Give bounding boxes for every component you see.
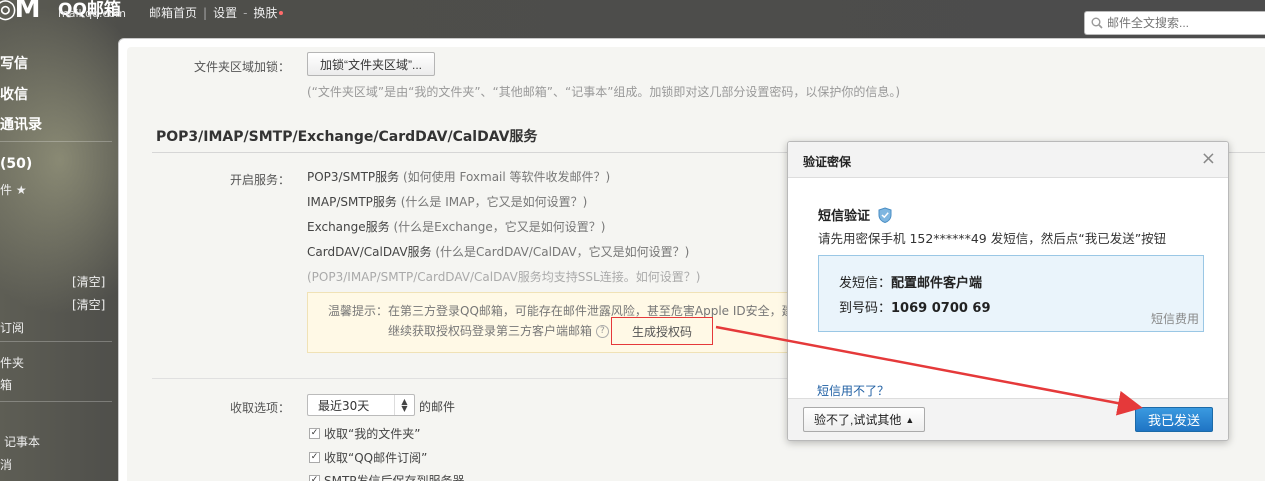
tip-text-line2: 继续获取授权码登录第三方客户端邮箱 ? [388,322,609,339]
new-dot-badge [279,11,284,15]
nav-skin-link[interactable]: 换肤 [253,4,277,21]
service-help-link[interactable]: (什么是CardDAV/CalDAV，它又是如何设置？) [435,245,689,259]
try-other-method-button[interactable]: 验不了,试试其他 ▲ [803,407,926,432]
tip-text-line2-text: 继续获取授权码登录第三方客户端邮箱 [388,324,593,338]
sidebar-starred[interactable]: 件 ★ [0,181,27,198]
checkbox-label: SMTP发信后保存到服务器 [324,474,465,481]
ssl-note[interactable]: (POP3/IMAP/SMTP/CardDAV/CalDAV服务均支持SSL连接… [307,268,700,285]
search-box[interactable] [1084,11,1265,35]
service-name: Exchange服务 [307,220,390,234]
receive-range-value: 最近30天 [318,398,370,413]
generate-auth-code-button[interactable]: 生成授权码 [611,317,713,345]
service-row-imap: IMAP/SMTP服务 (什么是 IMAP，它又是如何设置？) [307,193,587,210]
dialog-title: 验证密保 [803,155,852,169]
qq-mail-logo-icon[interactable]: ◎M [0,0,46,24]
receive-suffix: 的邮件 [419,400,456,414]
checkbox-label: 收取“我的文件夹” [324,427,421,441]
sidebar-notes[interactable]: 记事本 [4,433,40,450]
left-sidebar: 写信 收信 通讯录 (50) 件 ★ [清空] [清空] 订阅 件夹 箱 记事本… [0,40,118,481]
sms-instructions: 请先用密保手机 152******49 发短信，然后点“我已发送”按钮 [818,231,1167,246]
checkbox-checked-icon[interactable]: ✓ [309,428,320,439]
sidebar-mailbox[interactable]: 箱 [0,376,12,393]
sms-verify-heading: 短信验证 [818,205,892,224]
receive-range-select[interactable]: 最近30天 ▲ ▼ [307,394,415,416]
sidebar-contacts[interactable]: 通讯录 [0,114,42,134]
dialog-header: 验证密保 × [788,142,1228,178]
check-qq-subscription[interactable]: ✓ 收取“QQ邮件订阅” [309,449,427,466]
sms-send-value: 配置邮件客户端 [891,276,983,291]
try-other-label: 验不了,试试其他 [814,413,902,427]
help-question-icon[interactable]: ? [595,325,609,338]
service-row-carddav: CardDAV/CalDAV服务 (什么是CardDAV/CalDAV，它又是如… [307,243,689,260]
sms-to-value: 1069 0700 69 [891,301,991,316]
service-row-pop3: POP3/SMTP服务 (如何使用 Foxmail 等软件收发邮件？) [307,168,610,185]
sidebar-receive[interactable]: 收信 [0,84,28,104]
search-icon [1091,17,1103,29]
sms-fee-link[interactable]: 短信费用 [1151,310,1199,327]
search-input[interactable] [1107,16,1257,30]
clear-link[interactable]: [清空] [72,273,105,290]
caret-up-icon: ▲ [905,414,915,425]
sidebar-other[interactable]: 消 [0,456,12,473]
sms-info-box: 发短信：配置邮件客户端 到号码：1069 0700 69 短信费用 [818,255,1204,332]
dialog-footer: 验不了,试试其他 ▲ 我已发送 [788,398,1228,440]
sidebar-divider [0,141,112,142]
nav-home-link[interactable]: 邮箱首页 [149,4,197,21]
checkbox-label: 收取“QQ邮件订阅” [324,451,428,465]
service-row-exchange: Exchange服务 (什么是Exchange，它又是如何设置？) [307,218,605,235]
checkbox-checked-icon[interactable]: ✓ [309,475,320,481]
nav-separator: | [203,5,208,20]
verify-security-dialog: 验证密保 × 短信验证 请先用密保手机 152******49 发短信，然后点“… [787,141,1229,441]
sidebar-divider [0,401,112,402]
sms-target-number: 到号码：1069 0700 69 [839,297,991,316]
sms-verify-title: 短信验证 [818,209,871,224]
nav-settings-link[interactable]: 设置 [213,4,237,21]
sms-to-label: 到号码： [839,301,892,316]
sms-send-label: 发短信： [839,276,892,291]
folder-lock-button[interactable]: 加锁“文件夹区域”... [307,52,435,76]
clear-link[interactable]: [清空] [72,296,105,313]
section-divider [152,378,792,379]
top-bar: ◎M QQ邮箱 mail.qq.com 邮箱首页 | 设置 - 换肤 [0,0,1265,38]
sidebar-inbox-count[interactable]: (50) [0,156,32,172]
service-name: CardDAV/CalDAV服务 [307,245,432,259]
checkbox-checked-icon[interactable]: ✓ [309,452,320,463]
shield-icon [878,206,892,223]
sms-send-content: 发短信：配置邮件客户端 [839,272,982,291]
sidebar-divider [0,341,112,342]
check-save-smtp[interactable]: ✓ SMTP发信后保存到服务器 [309,472,465,481]
service-name: POP3/SMTP服务 [307,170,400,184]
sms-unavailable-link[interactable]: 短信用不了？ [817,382,889,399]
section-title: POP3/IMAP/SMTP/Exchange/CardDAV/CalDAV服务 [156,129,538,145]
check-my-folders[interactable]: ✓ 收取“我的文件夹” [309,425,420,442]
service-help-link[interactable]: (什么是Exchange，它又是如何设置？) [393,220,605,234]
service-name: IMAP/SMTP服务 [307,195,397,209]
enable-service-label: 开启服务： [229,173,290,187]
i-have-sent-button[interactable]: 我已发送 [1135,407,1213,432]
select-arrows-icon: ▲ ▼ [394,395,414,415]
receive-options-label: 收取选项： [229,401,290,415]
tip-text-line1: 温馨提示：在第三方登录QQ邮箱，可能存在邮件泄露风险，甚至危害Apple ID安… [328,304,794,318]
sidebar-subscription[interactable]: 订阅 [0,319,24,336]
folder-lock-label: 文件夹区域加锁： [193,60,290,74]
service-help-link[interactable]: (什么是 IMAP，它又是如何设置？) [401,195,588,209]
service-help-link[interactable]: (如何使用 Foxmail 等软件收发邮件？) [403,170,610,184]
logo-url: mail.qq.com [58,7,127,20]
sidebar-write[interactable]: 写信 [0,53,28,73]
folder-lock-hint: (“文件夹区域”是由“我的文件夹”、“其他邮箱”、“记事本”组成。加锁即对这几部… [307,85,901,99]
top-nav: 邮箱首页 | 设置 - 换肤 [149,4,284,21]
close-icon[interactable]: × [1201,150,1216,168]
nav-separator: - [243,5,248,20]
sidebar-folders[interactable]: 件夹 [0,354,24,371]
